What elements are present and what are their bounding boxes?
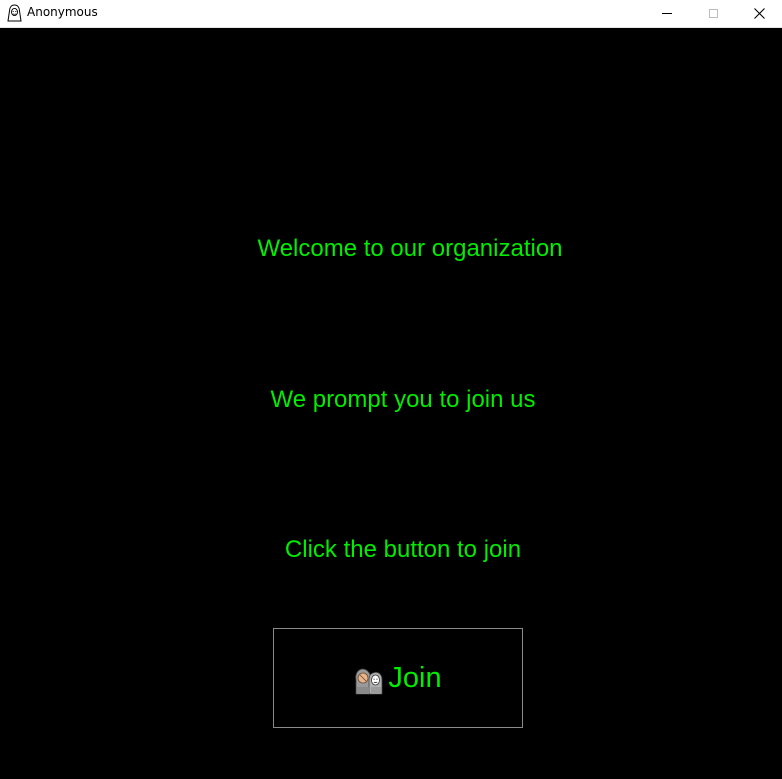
- minimize-button[interactable]: [644, 0, 690, 27]
- window-title: Anonymous: [27, 5, 98, 19]
- prompt-text: We prompt you to join us: [270, 386, 536, 413]
- anonymous-app-icon: [7, 4, 22, 22]
- maximize-button[interactable]: [690, 0, 736, 27]
- main-content: Welcome to our organization We prompt yo…: [0, 28, 782, 779]
- app-window: Anonymous Welcome to our organization We…: [0, 0, 782, 779]
- close-icon: [753, 8, 765, 19]
- join-button-label: Join: [388, 661, 442, 694]
- join-button[interactable]: Join: [273, 628, 523, 728]
- maximize-icon: [708, 9, 718, 18]
- close-button[interactable]: [736, 0, 782, 27]
- minimize-icon: [662, 13, 672, 14]
- instruction-text: Click the button to join: [284, 536, 522, 563]
- title-bar[interactable]: Anonymous: [0, 0, 782, 28]
- anonymous-mask-icon: [355, 668, 383, 695]
- welcome-text: Welcome to our organization: [257, 235, 563, 262]
